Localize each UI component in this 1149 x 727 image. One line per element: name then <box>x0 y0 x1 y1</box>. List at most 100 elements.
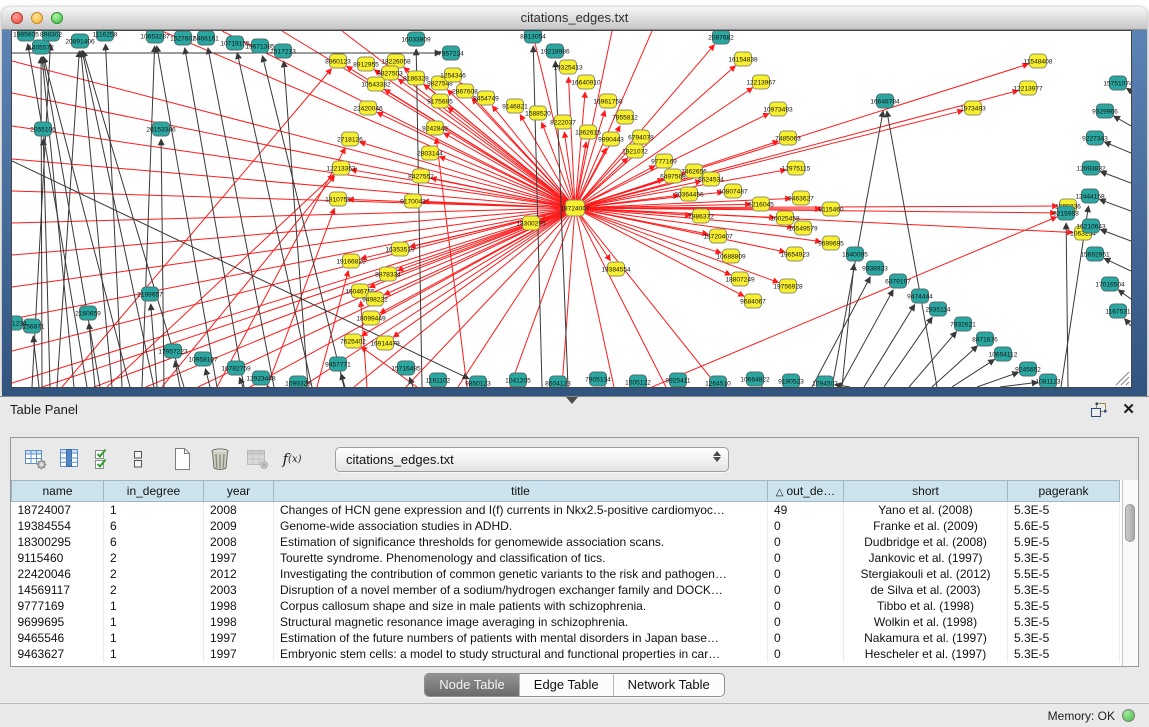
graph-edge[interactable] <box>884 317 932 387</box>
table-cell[interactable]: 9463627 <box>12 646 104 662</box>
vertical-scrollbar[interactable] <box>1122 480 1138 666</box>
column-header-pagerank[interactable]: pagerank <box>1008 481 1120 502</box>
graph-edge[interactable] <box>1104 258 1131 271</box>
table-cell[interactable]: 5.3E-5 <box>1008 598 1120 614</box>
table-cell[interactable]: 22420046 <box>12 566 104 582</box>
graph-edge[interactable] <box>1099 199 1131 211</box>
graph-edge[interactable] <box>1127 88 1131 91</box>
table-cell[interactable]: 1997 <box>204 550 274 566</box>
table-cell[interactable]: 19384554 <box>12 518 104 534</box>
table-cell[interactable]: 2 <box>104 582 204 598</box>
table-cell[interactable]: Investigating the contribution of common… <box>274 566 768 582</box>
table-cell[interactable]: 0 <box>768 646 844 662</box>
graph-edge[interactable] <box>1100 172 1131 183</box>
graph-edge[interactable] <box>575 110 963 208</box>
table-cell[interactable]: 0 <box>768 534 844 550</box>
table-row[interactable]: 977716911998Corpus callosum shape and si… <box>12 598 1120 614</box>
tab-node-table[interactable]: Node Table <box>425 674 519 696</box>
graph-edge[interactable] <box>887 111 937 387</box>
graph-edge[interactable] <box>205 369 210 387</box>
table-row[interactable]: 1938455462009Genome-wide association stu… <box>12 518 1120 534</box>
graph-edge[interactable] <box>1104 142 1131 153</box>
column-header-in-degree[interactable]: in_degree <box>104 481 204 502</box>
function-builder-icon[interactable]: f(x) <box>279 446 305 472</box>
table-cell[interactable]: 5.3E-5 <box>1008 502 1120 519</box>
table-row[interactable]: 911546021997Tourette syndrome. Phenomeno… <box>12 550 1120 566</box>
table-cell[interactable]: 5.3E-5 <box>1008 630 1120 646</box>
table-cell[interactable]: 5.3E-5 <box>1008 614 1120 630</box>
graph-edge[interactable] <box>105 44 122 387</box>
table-cell[interactable]: 14569117 <box>12 582 104 598</box>
table-row[interactable]: 1872400712008Changes of HCN gene express… <box>12 502 1120 519</box>
graph-edge[interactable] <box>237 53 312 387</box>
table-cell[interactable]: Dudbridge et al. (2008) <box>844 534 1008 550</box>
table-cell[interactable]: 0 <box>768 614 844 630</box>
graph-edge[interactable] <box>267 386 268 387</box>
table-cell[interactable]: 1 <box>104 614 204 630</box>
graph-edge[interactable] <box>568 77 575 208</box>
table-row[interactable]: 2242004622012Investigating the contribut… <box>12 566 1120 582</box>
table-cell[interactable]: Tibbo et al. (1998) <box>844 598 1008 614</box>
table-row[interactable]: 1830029562008Estimation of significance … <box>12 534 1120 550</box>
table-cell[interactable]: 5.6E-5 <box>1008 518 1120 534</box>
table-row[interactable]: 969969511998Structural magnetic resonanc… <box>12 614 1120 630</box>
table-cell[interactable]: 18300295 <box>12 534 104 550</box>
table-cell[interactable]: Corpus callosum shape and size in male p… <box>274 598 768 614</box>
column-header-name[interactable]: name <box>12 481 104 502</box>
table-settings-button[interactable] <box>23 446 49 472</box>
table-row[interactable]: 946554611997Estimation of the future num… <box>12 630 1120 646</box>
graph-edge[interactable] <box>575 208 718 387</box>
table-row[interactable]: 946362711997Embryonic stem cells: a mode… <box>12 646 1120 662</box>
table-cell[interactable]: 5.9E-5 <box>1008 534 1120 550</box>
network-canvas[interactable]: 1872400789601238912955182260589827503818… <box>12 31 1131 387</box>
table-cell[interactable]: Disruption of a novel member of a sodium… <box>274 582 768 598</box>
table-cell[interactable]: 2008 <box>204 534 274 550</box>
graph-edge[interactable] <box>1125 319 1131 326</box>
table-cell[interactable]: 6 <box>104 518 204 534</box>
table-cell[interactable]: 18724007 <box>12 502 104 519</box>
table-cell[interactable]: 1997 <box>204 646 274 662</box>
graph-edge[interactable] <box>82 51 154 387</box>
selection-mode-button[interactable] <box>91 446 117 472</box>
memory-status-indicator[interactable] <box>1122 709 1135 722</box>
graph-edge[interactable] <box>1000 382 1038 387</box>
table-cell[interactable]: 5.3E-5 <box>1008 550 1120 566</box>
table-cell[interactable]: Estimation of significance thresholds fo… <box>274 534 768 550</box>
row-height-button[interactable] <box>125 446 151 472</box>
graph-edge[interactable] <box>157 46 217 387</box>
table-row[interactable]: 1456911722003Disruption of a novel membe… <box>12 582 1120 598</box>
float-panel-icon[interactable] <box>1090 402 1108 418</box>
graph-edge[interactable] <box>864 305 915 387</box>
graph-edge[interactable] <box>575 31 612 208</box>
table-cell[interactable]: 5.3E-5 <box>1008 582 1120 598</box>
column-header-title[interactable]: title <box>274 481 768 502</box>
column-visibility-button[interactable] <box>57 446 83 472</box>
table-selector-dropdown[interactable]: citations_edges.txt <box>335 447 729 472</box>
table-cell[interactable]: 1 <box>104 630 204 646</box>
table-cell[interactable]: Changes of HCN gene expression and I(f) … <box>274 502 768 519</box>
table-cell[interactable]: Yano et al. (2008) <box>844 502 1008 519</box>
table-cell[interactable]: 9115460 <box>12 550 104 566</box>
delete-table-icon-disabled[interactable] <box>245 446 271 472</box>
table-cell[interactable]: 0 <box>768 566 844 582</box>
tab-edge-table[interactable]: Edge Table <box>519 674 613 696</box>
table-cell[interactable]: 1997 <box>204 630 274 646</box>
table-cell[interactable]: Estimation of the future numbers of pati… <box>274 630 768 646</box>
table-cell[interactable]: 9777169 <box>12 598 104 614</box>
table-cell[interactable]: de Silva et al. (2003) <box>844 582 1008 598</box>
close-panel-icon[interactable]: ✕ <box>1122 402 1135 418</box>
table-cell[interactable]: 2 <box>104 566 204 582</box>
table-cell[interactable]: Jankovic et al. (1997) <box>844 550 1008 566</box>
graph-edge[interactable] <box>360 142 575 208</box>
table-cell[interactable]: Nakamura et al. (1997) <box>844 630 1008 646</box>
graph-edge[interactable] <box>1100 230 1131 241</box>
table-cell[interactable]: Wolkin et al. (1998) <box>844 614 1008 630</box>
table-cell[interactable]: 0 <box>768 582 844 598</box>
canvas-resize-grip[interactable] <box>1116 372 1129 385</box>
graph-edge[interactable] <box>812 277 870 387</box>
close-window-button[interactable] <box>11 12 23 24</box>
window-titlebar[interactable]: citations_edges.txt <box>2 7 1147 30</box>
graph-edge[interactable] <box>380 208 575 313</box>
graph-edge[interactable] <box>33 336 39 387</box>
table-cell[interactable]: 1 <box>104 502 204 519</box>
